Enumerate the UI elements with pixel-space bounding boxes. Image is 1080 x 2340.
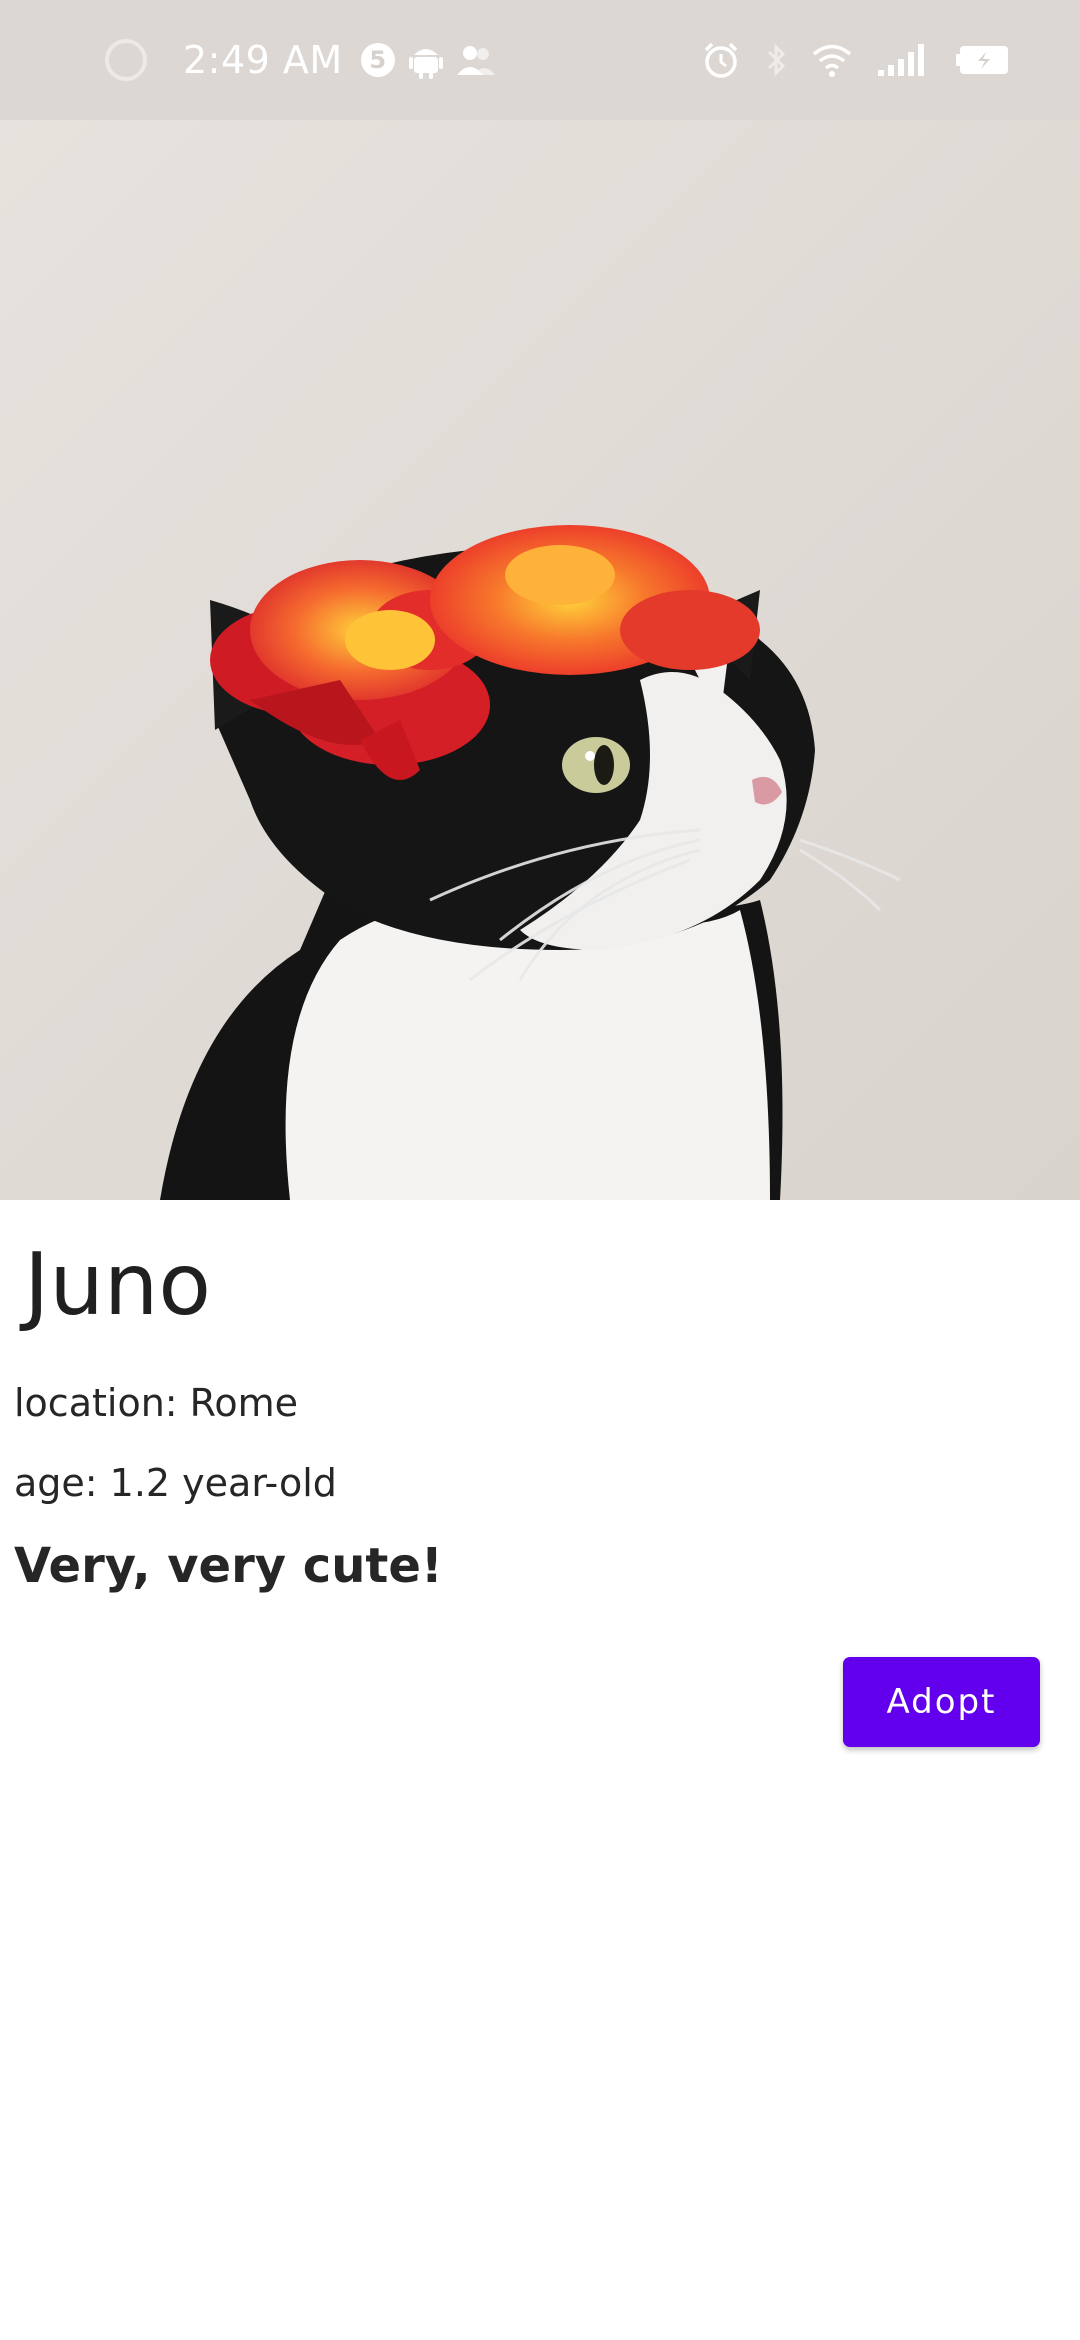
pet-photo <box>0 120 1080 1200</box>
pet-location: location: Rome <box>14 1381 298 1425</box>
cat-photo-icon <box>0 120 1080 1200</box>
screen-record-icon <box>105 39 147 81</box>
wifi-icon <box>812 43 852 77</box>
status-bar: 2:49 AM 5 <box>0 0 1080 120</box>
android-icon <box>408 41 443 79</box>
status-bar-left: 2:49 AM 5 <box>105 38 511 82</box>
battery-icon <box>956 44 1010 76</box>
bluetooth-icon <box>766 42 786 78</box>
pet-description: Very, very cute! <box>14 1538 443 1594</box>
signal-icon <box>878 44 930 76</box>
contacts-icon <box>456 45 497 75</box>
status-time: 2:49 AM <box>183 38 343 82</box>
status-bar-right <box>702 41 1010 79</box>
adopt-button[interactable]: Adopt <box>843 1657 1040 1747</box>
alarm-icon <box>702 41 740 79</box>
pet-name: Juno <box>24 1235 211 1335</box>
pet-age: age: 1.2 year-old <box>14 1461 337 1505</box>
notification-count-icon: 5 <box>360 43 395 77</box>
